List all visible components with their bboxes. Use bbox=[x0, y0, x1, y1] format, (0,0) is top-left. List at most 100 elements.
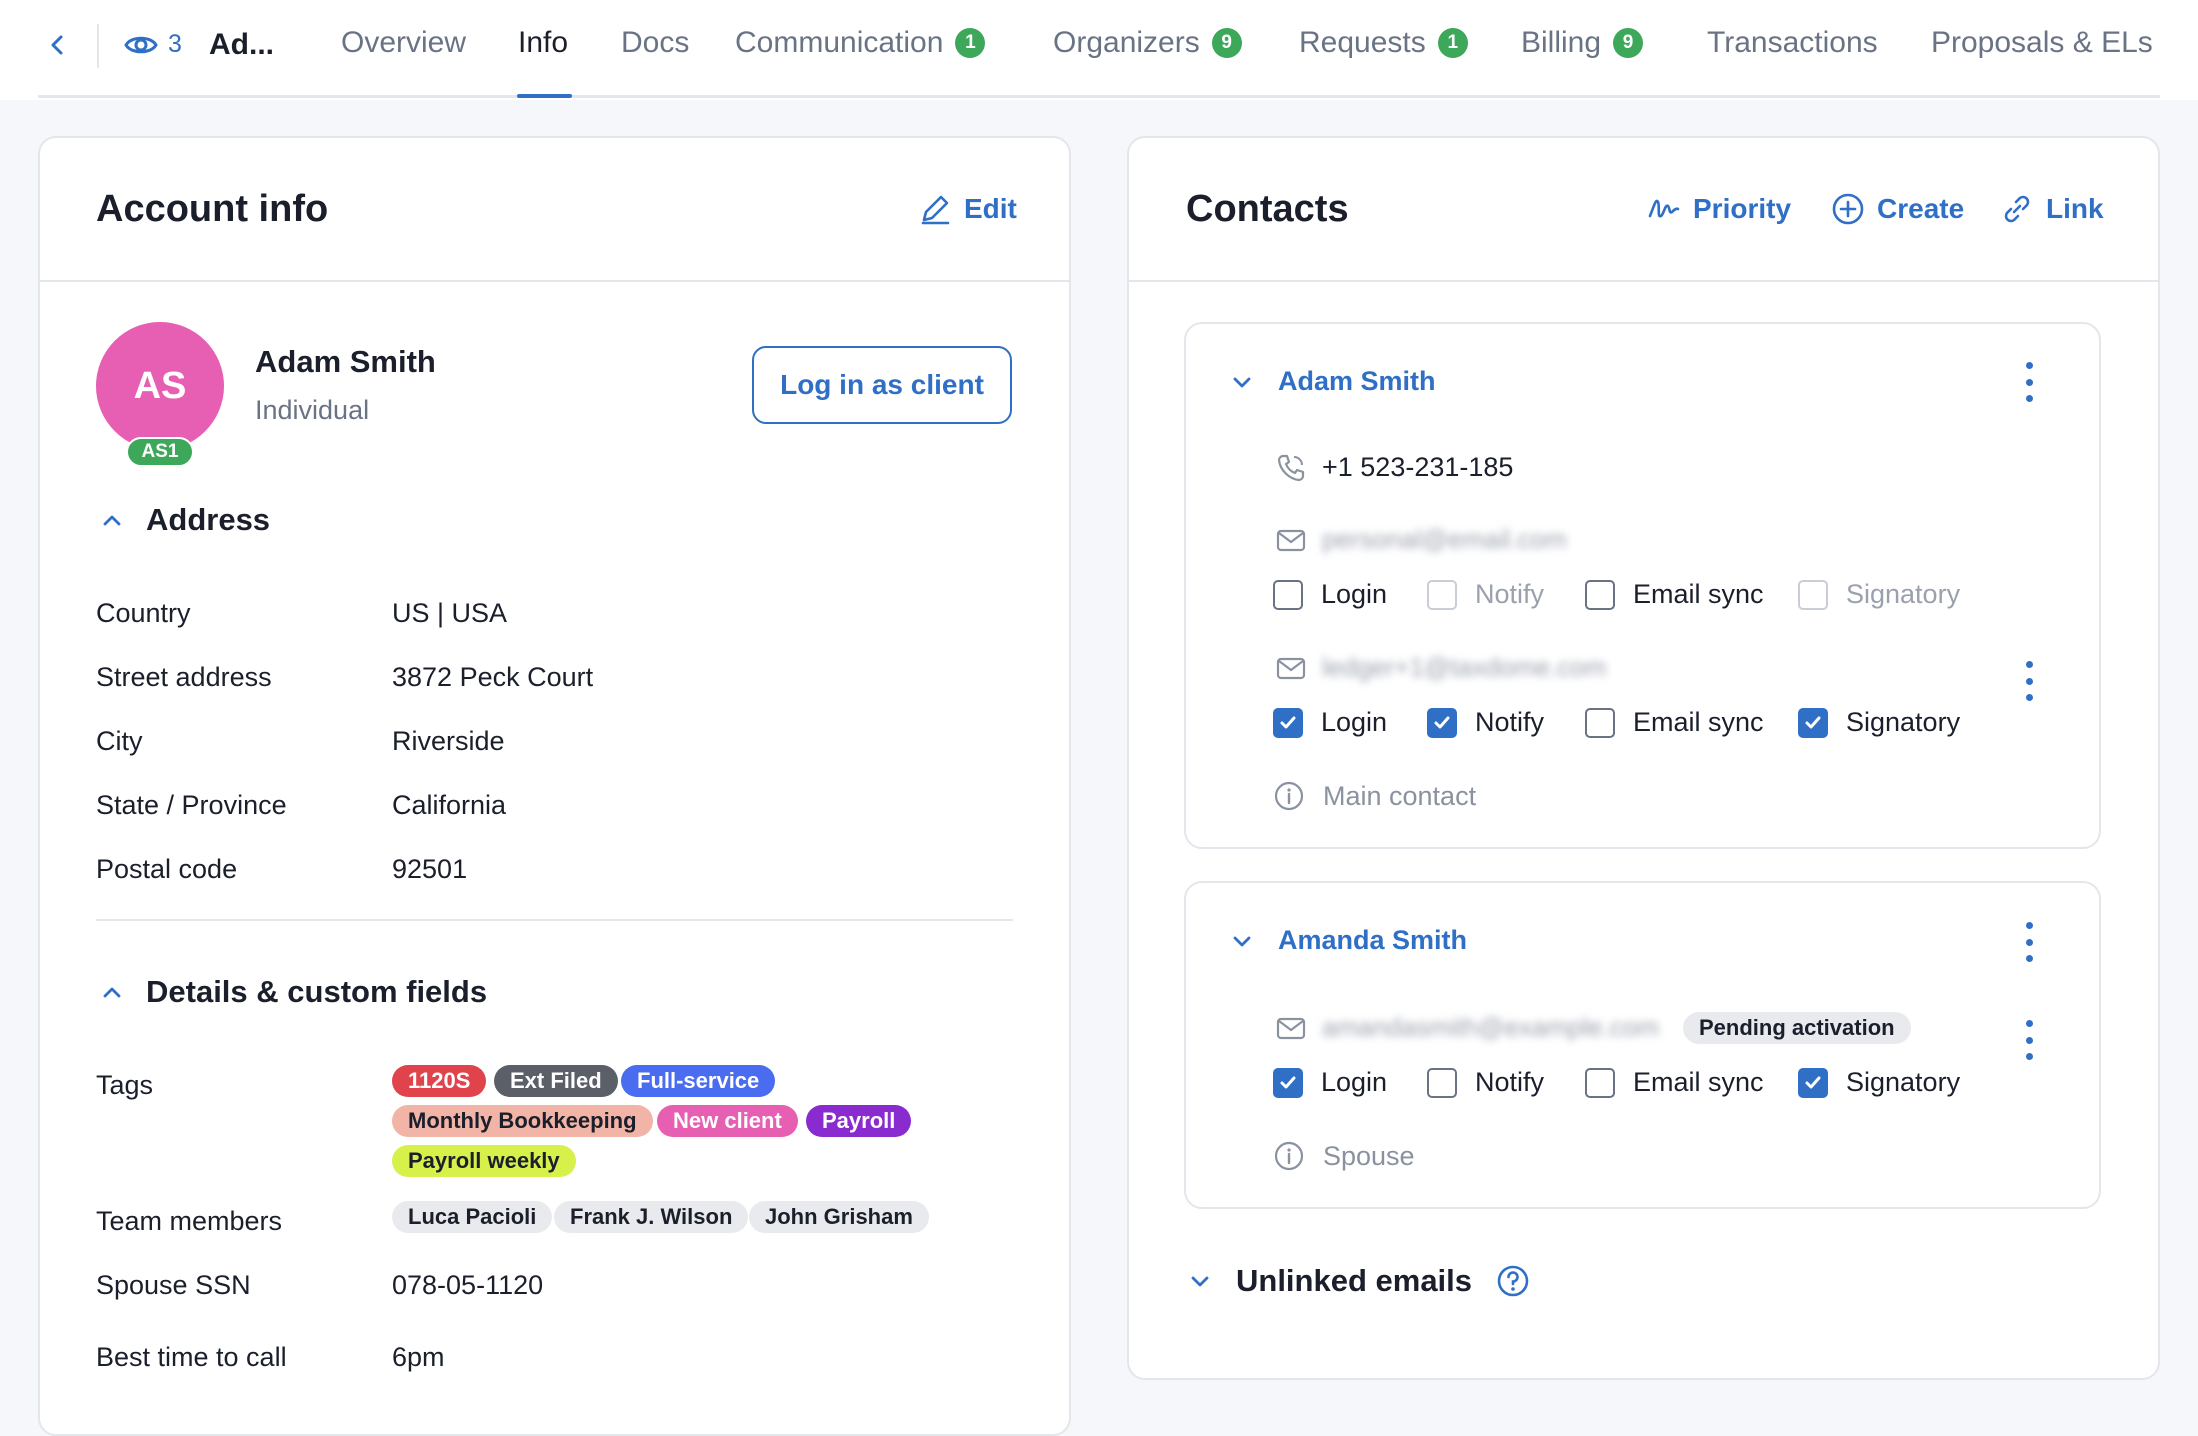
signatory-checkbox[interactable]: Signatory bbox=[1798, 579, 1960, 610]
account-info-header: Account info Edit bbox=[40, 138, 1069, 282]
contact-phone[interactable]: +1 523-231-185 bbox=[1322, 452, 1513, 483]
check-icon bbox=[1280, 716, 1296, 728]
check-icon bbox=[1805, 716, 1821, 728]
login-checkbox[interactable]: Login bbox=[1273, 707, 1387, 738]
tab-badge: 9 bbox=[1613, 28, 1644, 58]
city-value: Riverside bbox=[392, 726, 505, 756]
notify-checkbox[interactable]: Notify bbox=[1427, 1067, 1544, 1098]
team-member-chip[interactable]: Luca Pacioli bbox=[392, 1201, 553, 1233]
tag-chip[interactable]: Ext Filed bbox=[494, 1065, 618, 1097]
tab-info[interactable]: Info bbox=[518, 26, 568, 60]
tags-label: Tags bbox=[96, 1070, 154, 1100]
notify-checkbox[interactable]: Notify bbox=[1427, 579, 1544, 610]
login-checkbox[interactable]: Login bbox=[1273, 1067, 1387, 1098]
tag-chip[interactable]: New client bbox=[657, 1105, 798, 1137]
section-divider bbox=[96, 919, 1013, 921]
contact-toggle-adam[interactable]: Adam Smith bbox=[1230, 366, 1436, 397]
contacts-title: Contacts bbox=[1186, 188, 1349, 230]
signatory-checkbox[interactable]: Signatory bbox=[1798, 707, 1960, 738]
street-value: 3872 Peck Court bbox=[392, 662, 594, 692]
login-checkbox[interactable]: Login bbox=[1273, 579, 1387, 610]
tab-overview[interactable]: Overview bbox=[341, 26, 466, 60]
back-button[interactable] bbox=[42, 30, 72, 60]
tabs-baseline bbox=[38, 95, 2160, 98]
contact-toggle-amanda[interactable]: Amanda Smith bbox=[1230, 925, 1467, 956]
account-short-name: Ad... bbox=[209, 28, 274, 61]
watchers-count: 3 bbox=[168, 30, 182, 58]
tab-badge: 9 bbox=[1211, 28, 1242, 58]
team-members-label: Team members bbox=[96, 1206, 283, 1236]
signature-icon bbox=[1648, 199, 1680, 218]
contact-menu-button[interactable] bbox=[2019, 922, 2039, 962]
tab-billing[interactable]: Billing 9 bbox=[1521, 26, 1644, 60]
details-section-toggle[interactable]: Details & custom fields bbox=[100, 974, 487, 1010]
tab-docs[interactable]: Docs bbox=[621, 26, 689, 60]
email-sync-checkbox[interactable]: Email sync bbox=[1585, 579, 1764, 610]
postal-value: 92501 bbox=[392, 854, 468, 884]
contacts-header: Contacts Priority Create Link bbox=[1129, 138, 2158, 282]
pencil-icon bbox=[921, 195, 950, 225]
team-member-chip[interactable]: John Grisham bbox=[749, 1201, 929, 1233]
chevron-down-icon bbox=[1233, 377, 1251, 387]
priority-button[interactable]: Priority bbox=[1647, 192, 1791, 226]
spouse-ssn-label: Spouse SSN bbox=[96, 1270, 251, 1300]
contact-note: Spouse bbox=[1273, 1140, 1415, 1172]
edit-button[interactable]: Edit bbox=[918, 192, 1017, 226]
best-time-label: Best time to call bbox=[96, 1342, 287, 1372]
log-in-as-client-button[interactable]: Log in as client bbox=[752, 346, 1012, 424]
country-value: US | USA bbox=[392, 598, 508, 628]
tab-transactions[interactable]: Transactions bbox=[1707, 26, 1878, 60]
link-contact-button[interactable]: Link bbox=[2000, 192, 2104, 226]
contact-note: Main contact bbox=[1273, 780, 1476, 812]
street-label: Street address bbox=[96, 662, 272, 692]
phone-icon bbox=[1277, 454, 1305, 482]
check-icon bbox=[1434, 716, 1450, 728]
link-icon bbox=[2004, 195, 2030, 223]
tag-chip[interactable]: Monthly Bookkeeping bbox=[392, 1105, 653, 1137]
tag-chip[interactable]: Payroll bbox=[806, 1105, 912, 1137]
contact-menu-button[interactable] bbox=[2019, 362, 2039, 402]
contact-email[interactable]: amandasmith@example.com bbox=[1322, 1012, 1659, 1043]
signatory-checkbox[interactable]: Signatory bbox=[1798, 1067, 1960, 1098]
tab-badge: 1 bbox=[1437, 28, 1468, 58]
state-value: California bbox=[392, 790, 507, 820]
tab-communication[interactable]: Communication 1 bbox=[735, 26, 986, 60]
contact-email[interactable]: personal@email.com bbox=[1322, 524, 1567, 555]
create-contact-button[interactable]: Create bbox=[1831, 192, 1964, 226]
mail-icon bbox=[1276, 657, 1306, 680]
chevron-up-icon bbox=[103, 987, 121, 998]
tab-organizers[interactable]: Organizers 9 bbox=[1053, 26, 1242, 60]
avatar-tag-badge: AS1 bbox=[126, 437, 194, 467]
tab-proposals[interactable]: Proposals & ELs bbox=[1931, 26, 2153, 60]
check-icon bbox=[1280, 1076, 1296, 1088]
address-section-toggle[interactable]: Address bbox=[100, 502, 270, 538]
country-label: Country bbox=[96, 598, 191, 628]
team-member-chip[interactable]: Frank J. Wilson bbox=[554, 1201, 749, 1233]
tag-chip[interactable]: Payroll weekly bbox=[392, 1145, 576, 1177]
spouse-ssn-value: 078-05-1120 bbox=[392, 1270, 544, 1300]
tab-badge: 1 bbox=[955, 28, 986, 58]
email-sync-checkbox[interactable]: Email sync bbox=[1585, 1067, 1764, 1098]
help-icon[interactable] bbox=[1496, 1264, 1530, 1298]
plus-circle-icon bbox=[1832, 193, 1864, 225]
mail-icon bbox=[1276, 1017, 1306, 1040]
nav-divider bbox=[97, 24, 99, 68]
city-label: City bbox=[96, 726, 143, 756]
tab-requests[interactable]: Requests 1 bbox=[1299, 26, 1468, 60]
tag-chip[interactable]: Full-service bbox=[621, 1065, 776, 1097]
unlinked-emails-toggle[interactable]: Unlinked emails bbox=[1188, 1263, 1530, 1299]
info-icon bbox=[1274, 1141, 1304, 1171]
pending-activation-badge: Pending activation bbox=[1683, 1012, 1911, 1044]
email-menu-button[interactable] bbox=[2019, 1020, 2039, 1060]
avatar: AS bbox=[96, 322, 224, 450]
state-label: State / Province bbox=[96, 790, 287, 820]
watchers-button[interactable]: 3 bbox=[124, 30, 182, 59]
eye-icon bbox=[124, 36, 158, 53]
notify-checkbox[interactable]: Notify bbox=[1427, 707, 1544, 738]
chevron-down-icon bbox=[1191, 1276, 1209, 1287]
email-sync-checkbox[interactable]: Email sync bbox=[1585, 707, 1764, 738]
contact-email[interactable]: ledger+1@taxdome.com bbox=[1322, 652, 1606, 683]
email-menu-button[interactable] bbox=[2019, 661, 2039, 701]
tag-chip[interactable]: 1120S bbox=[392, 1065, 487, 1097]
check-icon bbox=[1805, 1076, 1821, 1088]
